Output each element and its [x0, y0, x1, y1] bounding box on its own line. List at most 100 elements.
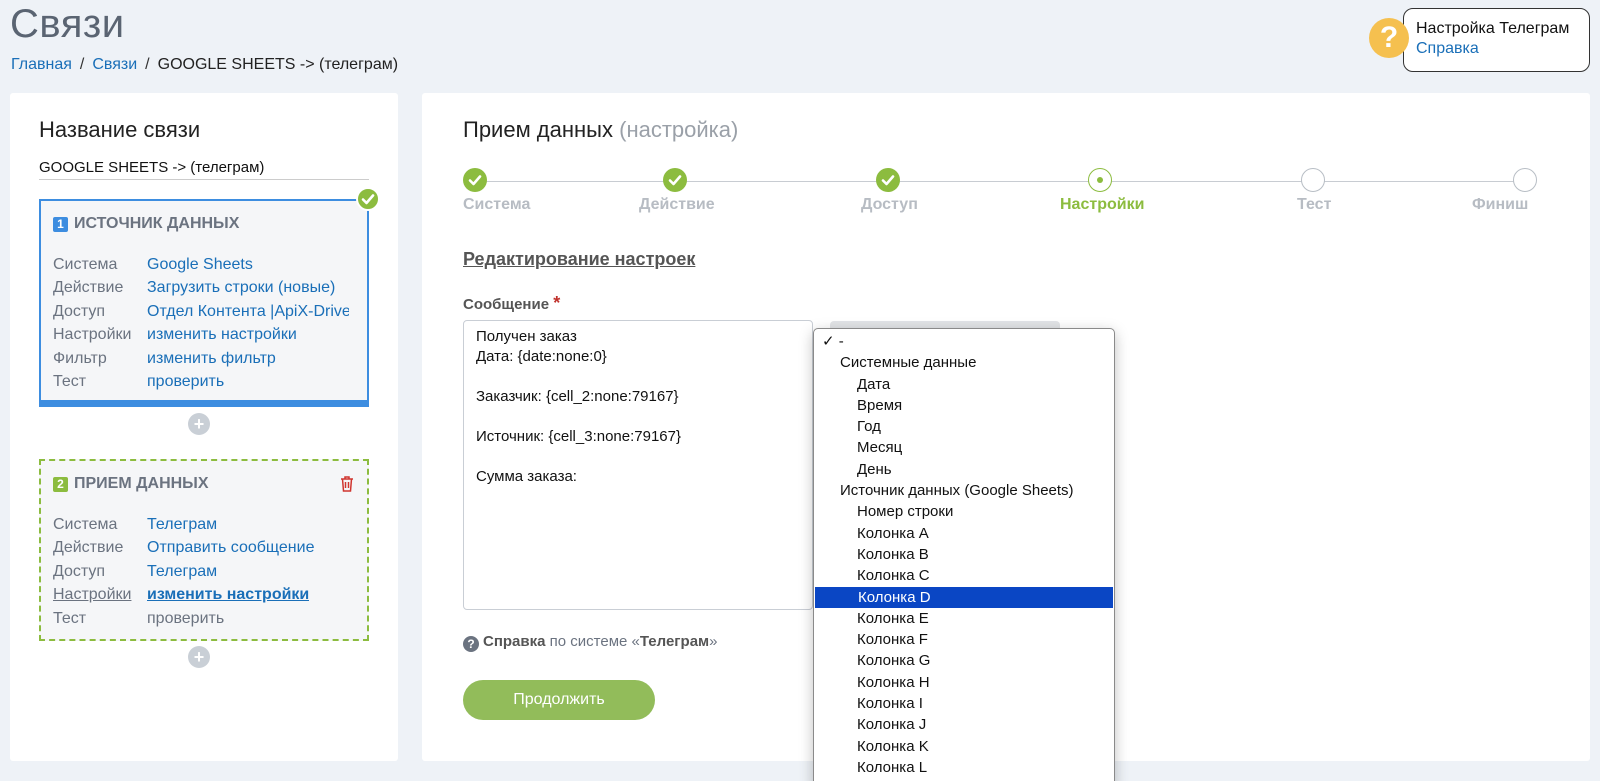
- dropdown-option[interactable]: Колонка L: [814, 757, 1114, 778]
- row-value-link[interactable]: изменить настройки: [147, 326, 297, 344]
- question-icon[interactable]: ?: [1369, 18, 1409, 58]
- dropdown-group-header: Источник данных (Google Sheets): [840, 482, 1074, 500]
- dropdown-option[interactable]: День: [814, 459, 1114, 480]
- row-key: Система: [53, 515, 118, 533]
- progress-stepper: Система Действие Доступ Настройки Тест Ф…: [463, 168, 1548, 218]
- breadcrumb-links-link[interactable]: Связи: [92, 56, 137, 73]
- destination-card-heading: 2 ПРИЕМ ДАННЫХ: [53, 475, 209, 493]
- row-key: Действие: [53, 539, 124, 557]
- dropdown-option[interactable]: Колонка G: [814, 650, 1114, 671]
- connection-panel: Название связи GOOGLE SHEETS -> (телегра…: [10, 93, 398, 761]
- trash-icon[interactable]: [339, 475, 355, 493]
- dropdown-option[interactable]: Колонка J: [814, 714, 1114, 735]
- row-key: Настройки: [53, 586, 132, 604]
- row-value-link[interactable]: Загрузить строки (новые): [147, 279, 335, 297]
- settings-title: Прием данных (настройка): [463, 117, 738, 143]
- step-label-test: Тест: [1297, 196, 1332, 213]
- dropdown-option[interactable]: Колонка B: [814, 544, 1114, 565]
- source-card-title: ИСТОЧНИК ДАННЫХ: [74, 215, 240, 232]
- row-value-link[interactable]: изменить фильтр: [147, 350, 276, 368]
- row-value-link[interactable]: Google Sheets: [147, 256, 253, 274]
- dropdown-option[interactable]: Колонка A: [814, 523, 1114, 544]
- plus-icon[interactable]: +: [188, 413, 210, 435]
- step-label-access: Доступ: [861, 196, 918, 213]
- row-value-link[interactable]: изменить настройки: [147, 586, 309, 604]
- dropdown-option[interactable]: Месяц: [814, 437, 1114, 458]
- row-value-link[interactable]: Отдел Контента |ApiX-Drive: [147, 303, 349, 321]
- source-row-system: Система Google Sheets: [53, 253, 349, 277]
- section-title: Редактирование настроек: [463, 249, 696, 269]
- connection-name-title: Название связи: [39, 117, 201, 142]
- dropdown-option[interactable]: Дата: [814, 374, 1114, 395]
- page-title: Связи: [10, 2, 125, 46]
- row-key: Доступ: [53, 302, 106, 320]
- hint-end: »: [709, 633, 718, 650]
- step-action-check-icon[interactable]: [663, 168, 687, 192]
- row-key: Тест: [53, 373, 87, 391]
- source-card[interactable]: 1 ИСТОЧНИК ДАННЫХ Система Google Sheets Д…: [39, 199, 369, 407]
- breadcrumb-separator: /: [145, 56, 150, 73]
- settings-title-main: Прием данных: [463, 117, 613, 142]
- row-key: Тест: [53, 609, 87, 627]
- source-card-heading: 1 ИСТОЧНИК ДАННЫХ: [53, 215, 239, 233]
- connection-name-field[interactable]: GOOGLE SHEETS -> (телеграм): [39, 159, 369, 180]
- dropdown-option[interactable]: Колонка C: [814, 565, 1114, 586]
- row-value-link[interactable]: Телеграм: [147, 563, 217, 581]
- row-key: Действие: [53, 279, 124, 297]
- stepper-line: [475, 181, 1536, 182]
- source-row-access: Доступ Отдел Контента |ApiX-Drive: [53, 300, 349, 324]
- step-label-system: Система: [463, 196, 531, 213]
- step-number-badge: 2: [53, 476, 68, 492]
- help-link[interactable]: Справка: [1416, 40, 1589, 58]
- breadcrumb-home-link[interactable]: Главная: [11, 56, 72, 73]
- destination-row-settings: Настройки изменить настройки: [53, 584, 314, 608]
- continue-button[interactable]: Продолжить: [463, 680, 655, 720]
- dropdown-group-header: Системные данные: [840, 354, 977, 372]
- help-box[interactable]: Настройка Телеграм Справка: [1403, 8, 1590, 72]
- source-row-action: Действие Загрузить строки (новые): [53, 277, 349, 301]
- dropdown-option[interactable]: ✓ -: [814, 331, 1114, 352]
- step-settings-marker[interactable]: [1088, 168, 1112, 192]
- row-value-text: проверить: [147, 609, 225, 627]
- step-number-badge: 1: [53, 216, 68, 232]
- step-system-check-icon[interactable]: [463, 168, 487, 192]
- dropdown-option[interactable]: Колонка H: [814, 672, 1114, 693]
- required-mark: *: [553, 293, 561, 313]
- row-key: Доступ: [53, 562, 106, 580]
- row-value-link[interactable]: Отправить сообщение: [147, 539, 314, 557]
- row-value-link[interactable]: Телеграм: [147, 516, 217, 534]
- message-textarea[interactable]: Получен заказ Дата: {date:none:0} Заказч…: [463, 320, 813, 610]
- source-row-settings: Настройки изменить настройки: [53, 324, 349, 348]
- destination-row-test: Тест проверить: [53, 607, 314, 631]
- help-title: Настройка Телеграм: [1416, 20, 1570, 37]
- breadcrumb-separator: /: [79, 56, 85, 73]
- destination-card[interactable]: 2 ПРИЕМ ДАННЫХ Система Телеграм Действие О…: [39, 459, 369, 641]
- breadcrumb: Главная / Связи / GOOGLE SHEETS -> (телеграм…: [11, 56, 398, 74]
- help-hint: ? Справка по системе «Телеграм»: [463, 633, 717, 652]
- dropdown-option[interactable]: Год: [814, 416, 1114, 437]
- step-access-check-icon[interactable]: [876, 168, 900, 192]
- dropdown-option[interactable]: Номер строки: [814, 501, 1114, 522]
- step-label-finish: Финиш: [1472, 196, 1529, 213]
- hint-help-link[interactable]: Справка: [483, 633, 545, 650]
- hint-system: Телеграм: [639, 633, 710, 650]
- hint-text: по системе «: [545, 633, 640, 650]
- source-row-filter: Фильтр изменить фильтр: [53, 347, 349, 371]
- step-label-settings: Настройки: [1060, 196, 1145, 213]
- destination-row-access: Доступ Телеграм: [53, 560, 314, 584]
- dropdown-option[interactable]: Колонка F: [814, 629, 1114, 650]
- row-key: Система: [53, 255, 118, 273]
- plus-icon[interactable]: +: [188, 646, 210, 668]
- destination-card-title: ПРИЕМ ДАННЫХ: [74, 475, 209, 492]
- row-value-link[interactable]: проверить: [147, 373, 224, 391]
- field-dropdown-list[interactable]: ✓ - Системные данные Дата Время Год Месяц День…: [813, 328, 1115, 781]
- dropdown-option[interactable]: Колонка I: [814, 693, 1114, 714]
- dropdown-option[interactable]: Время: [814, 395, 1114, 416]
- step-finish-marker: [1513, 168, 1537, 192]
- row-key: Настройки: [53, 326, 132, 344]
- dropdown-option[interactable]: Колонка K: [814, 736, 1114, 757]
- dropdown-option[interactable]: Колонка D: [815, 586, 1113, 608]
- message-label: Сообщение *: [463, 293, 560, 314]
- dropdown-option[interactable]: Колонка E: [814, 608, 1114, 629]
- destination-row-system: Система Телеграм: [53, 513, 314, 537]
